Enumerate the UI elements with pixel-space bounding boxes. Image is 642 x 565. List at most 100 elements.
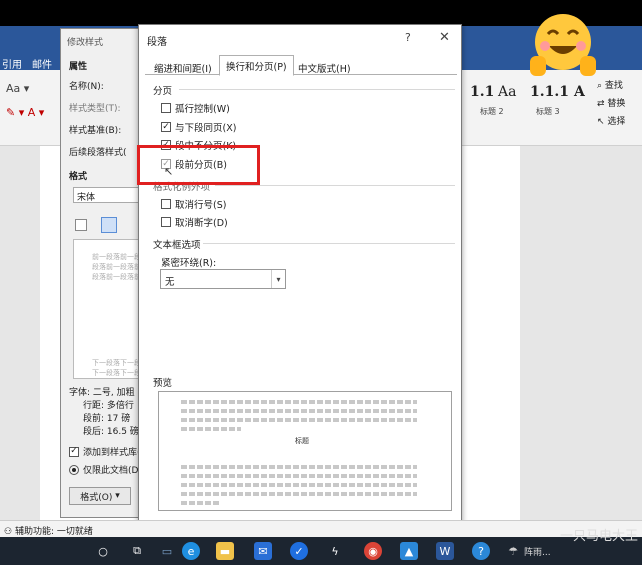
format-button[interactable]: 格式(O) ▾ — [69, 487, 131, 505]
chevron-down-icon: ▾ — [115, 491, 120, 501]
style-label-3: 标题 3 — [536, 107, 560, 116]
preview-line — [181, 400, 417, 404]
help-app-icon[interactable]: ? — [472, 542, 490, 560]
preview-line: 段落前一段落前 — [92, 263, 141, 271]
add-to-gallery-checkbox[interactable]: ✓ 添加到样式库( — [69, 445, 141, 458]
radio-icon — [69, 464, 79, 475]
paragraph-preview: 标题 — [158, 391, 452, 511]
preview-line: 下一段落下一段 — [92, 369, 141, 377]
keep-with-next-checkbox[interactable]: ✓ 与下段同页(X) — [161, 120, 236, 134]
task-view-icon[interactable]: ⧉ — [128, 542, 146, 560]
word-icon[interactable]: W — [436, 542, 454, 560]
font-name-select[interactable]: 宋体 — [73, 187, 139, 203]
select-button[interactable]: ↖ 选择 — [597, 114, 625, 127]
tab-line-page-breaks[interactable]: 换行和分页(P) — [219, 55, 294, 76]
dont-hyphenate-checkbox[interactable]: 取消断字(D) — [161, 215, 228, 229]
highlight-font-color-icon[interactable]: ✎ ▾ A ▾ — [6, 106, 44, 119]
photos-icon[interactable]: ▲ — [400, 542, 418, 560]
replace-button[interactable]: ⇄ 替换 — [597, 96, 625, 109]
status-bar: ⚇ 辅助功能: 一切就绪 — [0, 520, 642, 537]
checkbox-icon — [161, 199, 171, 209]
preview-line — [181, 427, 241, 431]
tab-indents-spacing[interactable]: 缩进和间距(I) — [147, 57, 219, 75]
divider — [179, 89, 455, 90]
desc-space-before: 段前: 17 磅 — [83, 414, 131, 424]
pagination-heading: 分页 — [153, 86, 173, 97]
preview-center-text: 标题 — [295, 437, 309, 445]
editing-group: ⌕ 查找 ⇄ 替换 ↖ 选择 — [595, 74, 642, 144]
preview-line — [181, 409, 417, 413]
red-highlight-box — [137, 145, 260, 185]
modify-style-dialog: 修改样式 属性 名称(N): 样式类型(T): 样式基准(B): 后续段落样式(… — [60, 28, 141, 518]
mail-icon[interactable]: ✉ — [254, 542, 272, 560]
font-size-icon[interactable]: Aa ▾ — [6, 82, 29, 95]
style-type-label: 样式类型(T): — [69, 104, 121, 114]
only-this-document-radio[interactable]: 仅限此文档(D — [69, 463, 138, 476]
following-style-label: 后续段落样式( — [69, 148, 127, 158]
replace-icon: ⇄ — [597, 99, 605, 109]
divider — [215, 185, 455, 186]
widow-control-checkbox[interactable]: 孤行控制(W) — [161, 101, 230, 115]
todo-icon[interactable]: ✓ — [290, 542, 308, 560]
properties-label: 属性 — [69, 62, 88, 72]
textbox-options-heading: 文本框选项 — [153, 240, 201, 251]
name-label: 名称(N): — [69, 82, 104, 92]
preview-line — [181, 465, 417, 469]
chrome-icon[interactable]: ◉ — [364, 542, 382, 560]
tight-wrap-label: 紧密环绕(R): — [161, 258, 217, 269]
file-explorer-icon[interactable]: ▬ — [216, 542, 234, 560]
tab-references[interactable]: 引用 — [2, 56, 22, 71]
accessibility-status[interactable]: ⚇ 辅助功能: 一切就绪 — [4, 524, 93, 537]
tab-mailings[interactable]: 邮件 — [32, 56, 52, 71]
style-sample-4[interactable]: A — [574, 84, 585, 100]
checkbox-icon: ✓ — [161, 121, 171, 132]
checkbox-icon — [161, 217, 171, 227]
style-based-on-label: 样式基准(B): — [69, 126, 122, 136]
accessibility-icon: ⚇ — [4, 527, 13, 537]
close-icon[interactable]: ✕ — [439, 30, 450, 45]
lightning-icon[interactable]: ϟ — [326, 542, 344, 560]
preview-heading: 预览 — [153, 378, 173, 389]
style-sample-3[interactable]: 1.1.1 — [530, 84, 569, 100]
watermark-text: 一只马电大王 — [560, 529, 639, 544]
cortana-icon[interactable]: ○ — [94, 542, 112, 560]
tight-wrap-value: 无 — [165, 277, 175, 288]
style-sample-1[interactable]: 1.1 — [470, 84, 494, 100]
preview-line — [181, 418, 417, 422]
dialog-tabs: 缩进和间距(I) 换行和分页(P) 中文版式(H) — [145, 55, 457, 76]
find-button[interactable]: ⌕ 查找 — [597, 78, 623, 91]
desc-line-spacing: 行距: 多倍行 — [83, 401, 134, 411]
help-icon[interactable]: ? — [405, 31, 411, 44]
align-left-icon[interactable] — [75, 219, 87, 231]
weather-text[interactable]: 阵雨... — [524, 545, 551, 558]
modify-style-title: 修改样式 — [67, 38, 104, 48]
preview-line — [181, 474, 417, 478]
checkbox-icon: ✓ — [69, 446, 79, 457]
separator-icon: ▭ — [161, 544, 173, 558]
tab-asian-typography[interactable]: 中文版式(H) — [291, 57, 358, 75]
suppress-line-numbers-checkbox[interactable]: 取消行号(S) — [161, 197, 226, 211]
umbrella-icon[interactable]: ☂ — [504, 542, 522, 560]
cursor-icon: ↖ — [597, 117, 605, 127]
style-sample-2[interactable]: Aa — [498, 84, 516, 100]
preview-line — [181, 492, 417, 496]
tight-wrap-select[interactable]: 无 ▾ — [160, 269, 286, 289]
dialog-title: 段落 — [147, 37, 167, 48]
screen: 引用 邮件 Aa ▾ ✎ ▾ A ▾ 1.1 Aa 标题 2 1.1.1 标题 … — [0, 0, 642, 565]
format-section-label: 格式 — [69, 172, 88, 182]
search-icon: ⌕ — [597, 81, 603, 91]
edge-icon[interactable]: e — [182, 542, 200, 560]
style-preview-box: 前一段落前一段 段落前一段落前 段落前一段落前 下一段落下一段 下一段落下一段 — [73, 239, 141, 379]
styles-gallery: 1.1 Aa 标题 2 1.1.1 标题 3 A — [466, 84, 585, 122]
preview-line — [181, 483, 417, 487]
desc-font: 字体: 二号, 加粗 — [69, 388, 135, 398]
checkbox-icon — [161, 103, 171, 113]
paragraph-dialog: 段落 ? ✕ 缩进和间距(I) 换行和分页(P) 中文版式(H) 分页 孤行控制… — [138, 24, 462, 538]
preview-line: 下一段落下一段 — [92, 359, 141, 367]
preview-line: 段落前一段落前 — [92, 273, 141, 281]
style-label-2: 标题 2 — [480, 107, 504, 116]
align-center-icon[interactable] — [101, 217, 117, 233]
preview-line: 前一段落前一段 — [92, 253, 141, 261]
chevron-down-icon[interactable]: ▾ — [271, 270, 285, 288]
desc-space-after: 段后: 16.5 磅 — [83, 427, 139, 437]
